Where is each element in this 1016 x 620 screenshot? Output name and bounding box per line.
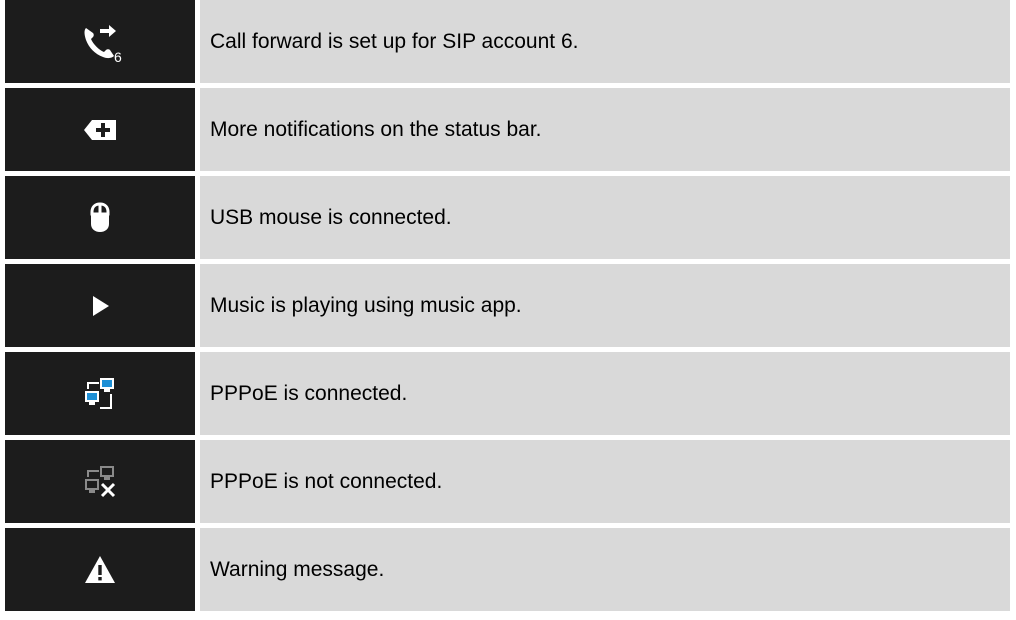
table-row: Music is playing using music app.	[5, 264, 1010, 347]
icon-cell: 6	[5, 0, 195, 83]
table-row: Warning message.	[5, 528, 1010, 611]
icon-cell	[5, 264, 195, 347]
pppoe-connected-icon	[76, 370, 124, 418]
row-description: USB mouse is connected.	[200, 176, 1010, 259]
row-description: Call forward is set up for SIP account 6…	[200, 0, 1010, 83]
status-icon-table: 6 Call forward is set up for SIP account…	[5, 0, 1010, 611]
icon-cell	[5, 88, 195, 171]
call-forward-subscript: 6	[114, 49, 122, 65]
table-row: PPPoE is connected.	[5, 352, 1010, 435]
row-description: Music is playing using music app.	[200, 264, 1010, 347]
row-description: PPPoE is not connected.	[200, 440, 1010, 523]
row-description: PPPoE is connected.	[200, 352, 1010, 435]
table-row: USB mouse is connected.	[5, 176, 1010, 259]
table-row: PPPoE is not connected.	[5, 440, 1010, 523]
usb-mouse-icon	[76, 194, 124, 242]
icon-cell	[5, 176, 195, 259]
icon-cell	[5, 352, 195, 435]
table-row: 6 Call forward is set up for SIP account…	[5, 0, 1010, 83]
more-notifications-icon	[76, 106, 124, 154]
icon-cell	[5, 440, 195, 523]
warning-icon	[76, 546, 124, 594]
row-description: More notifications on the status bar.	[200, 88, 1010, 171]
music-play-icon	[76, 282, 124, 330]
table-row: More notifications on the status bar.	[5, 88, 1010, 171]
row-description: Warning message.	[200, 528, 1010, 611]
call-forward-sip6-icon: 6	[76, 18, 124, 66]
icon-cell	[5, 528, 195, 611]
pppoe-disconnected-icon	[76, 458, 124, 506]
